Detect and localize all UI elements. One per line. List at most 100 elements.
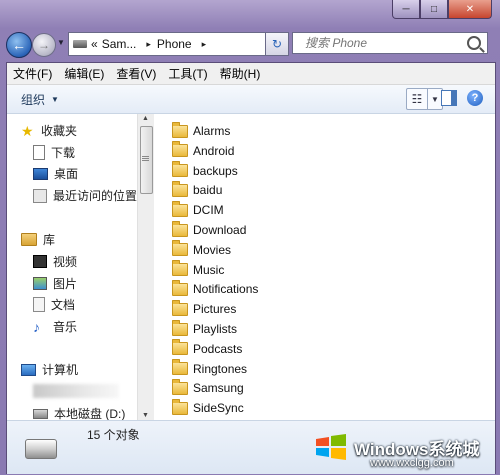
- nav-item-music[interactable]: ♪ 音乐: [33, 318, 77, 335]
- folder-item[interactable]: Playlists: [172, 319, 237, 338]
- nav-item-local-disk-d[interactable]: 本地磁盘 (D:): [33, 405, 125, 420]
- search-box[interactable]: [292, 32, 488, 54]
- folder-name: SideSync: [193, 401, 244, 416]
- address-overflow-chevron[interactable]: «: [91, 37, 98, 51]
- nav-item-videos[interactable]: 视频: [33, 253, 77, 270]
- nav-item-label: 视频: [53, 255, 78, 269]
- folder-item[interactable]: backups: [172, 161, 238, 180]
- nav-group-favorites[interactable]: ★ 收藏夹: [21, 122, 77, 139]
- close-button[interactable]: ✕: [448, 0, 492, 19]
- folder-item[interactable]: Podcasts: [172, 339, 242, 358]
- music-icon: ♪: [33, 318, 40, 335]
- item-count: 15 个对象: [87, 428, 140, 442]
- folder-icon: [172, 240, 188, 257]
- folder-name: Download: [193, 223, 247, 237]
- nav-group-label: 库: [43, 233, 56, 247]
- navigation-pane: ★ 收藏夹 下载 桌面 最近访问的位置 库 视频 图片 文档 ♪ 音乐 计算机 …: [7, 114, 137, 420]
- nav-item-label: 最近访问的位置: [53, 189, 137, 203]
- nav-item-desktop[interactable]: 桌面: [33, 165, 78, 182]
- breadcrumb-samsung[interactable]: Sam...: [102, 37, 137, 51]
- folder-item[interactable]: SideSync: [172, 398, 244, 417]
- refresh-button[interactable]: ↻: [265, 32, 289, 56]
- nav-group-computer[interactable]: 计算机: [21, 361, 78, 378]
- library-icon: [21, 233, 37, 246]
- address-bar[interactable]: « Sam... ▸ Phone ▸: [68, 32, 266, 56]
- menu-file[interactable]: 文件(F): [13, 65, 52, 82]
- folder-name: baidu: [193, 183, 223, 198]
- nav-item-documents[interactable]: 文档: [33, 296, 75, 313]
- folder-item[interactable]: Pictures: [172, 299, 237, 318]
- folder-item[interactable]: Ringtones: [172, 359, 248, 378]
- folder-icon: [172, 299, 188, 316]
- menu-tools[interactable]: 工具(T): [168, 65, 207, 82]
- scroll-up-icon[interactable]: ▲: [142, 115, 149, 122]
- explorer-client-area: 文件(F) 编辑(E) 查看(V) 工具(T) 帮助(H) 组织 ▼ ☷ ▼ ?…: [6, 62, 496, 474]
- desktop-icon: [33, 167, 48, 180]
- recent-pages-dropdown[interactable]: ▼: [57, 38, 65, 47]
- forward-button[interactable]: →: [32, 33, 56, 57]
- folder-name: Alarms: [193, 124, 231, 138]
- folder-item[interactable]: Notifications: [172, 279, 259, 298]
- nav-item-pictures[interactable]: 图片: [33, 275, 77, 292]
- folder-name: backups: [193, 163, 238, 178]
- help-button[interactable]: ?: [467, 90, 483, 106]
- folder-item[interactable]: baidu: [172, 180, 223, 199]
- navigation-scrollbar[interactable]: ▲ ▼: [137, 114, 154, 420]
- folder-item[interactable]: DCIM: [172, 200, 224, 219]
- folder-item[interactable]: Samsung: [172, 378, 244, 397]
- nav-item-downloads[interactable]: 下载: [33, 144, 75, 161]
- folder-icon: [172, 319, 188, 336]
- search-icon[interactable]: [467, 36, 481, 50]
- menu-edit[interactable]: 编辑(E): [64, 65, 104, 82]
- breadcrumb-phone[interactable]: Phone: [157, 37, 192, 51]
- command-bar: 组织 ▼ ☷ ▼ ?: [7, 85, 495, 114]
- nav-item-label: 下载: [51, 146, 76, 160]
- nav-item-recent-places[interactable]: 最近访问的位置: [33, 187, 137, 204]
- nav-group-label: 收藏夹: [41, 124, 78, 138]
- preview-pane-button[interactable]: [441, 90, 457, 106]
- view-dropdown-button[interactable]: ▼: [427, 89, 442, 109]
- folder-item[interactable]: Music: [172, 260, 225, 279]
- menu-view[interactable]: 查看(V): [116, 65, 156, 82]
- change-view-button[interactable]: ☷: [407, 89, 427, 109]
- folder-item[interactable]: Movies: [172, 240, 231, 259]
- folder-name: Ringtones: [193, 361, 248, 376]
- organize-label: 组织: [21, 92, 46, 107]
- folder-item[interactable]: Android: [172, 141, 235, 160]
- folder-name: Pictures: [193, 302, 237, 317]
- nav-group-libraries[interactable]: 库: [21, 231, 55, 248]
- folder-icon: [172, 200, 188, 217]
- folder-name: Android: [193, 143, 235, 158]
- nav-item-label: 音乐: [53, 320, 78, 334]
- folder-item[interactable]: Alarms: [172, 121, 231, 140]
- maximize-button[interactable]: □: [420, 0, 448, 19]
- download-icon: [33, 145, 45, 160]
- folder-item[interactable]: Download: [172, 220, 247, 239]
- back-button[interactable]: ←: [6, 32, 32, 58]
- menu-help[interactable]: 帮助(H): [220, 65, 261, 82]
- device-icon: [73, 40, 87, 48]
- minimize-button[interactable]: ─: [392, 0, 420, 19]
- folder-name: Notifications: [193, 282, 259, 297]
- nav-item-label: 图片: [53, 277, 78, 291]
- site-watermark: Windows系统城 www.wxclgg.com: [314, 427, 494, 473]
- nav-item-label: 文档: [51, 298, 76, 312]
- folder-icon: [172, 220, 188, 237]
- scrollbar-thumb[interactable]: [140, 126, 153, 194]
- folder-icon: [172, 121, 188, 138]
- folder-name: Samsung: [193, 381, 244, 396]
- scroll-down-icon[interactable]: ▼: [142, 412, 149, 419]
- search-input[interactable]: [303, 35, 457, 51]
- organize-button[interactable]: 组织 ▼: [21, 91, 59, 108]
- hard-disk-icon: [33, 408, 48, 419]
- folder-name: DCIM: [193, 203, 224, 218]
- windows-logo-icon: [316, 434, 346, 460]
- pictures-icon: [33, 277, 47, 290]
- folder-name: Music: [193, 262, 225, 277]
- breadcrumb-separator-icon[interactable]: ▸: [202, 39, 207, 50]
- breadcrumb-separator-icon[interactable]: ▸: [146, 39, 151, 50]
- address-row: ← → ▼ « Sam... ▸ Phone ▸ ↻: [0, 26, 500, 62]
- folder-icon: [172, 279, 188, 296]
- folder-icon: [172, 141, 188, 158]
- portable-device-icon: [25, 439, 57, 459]
